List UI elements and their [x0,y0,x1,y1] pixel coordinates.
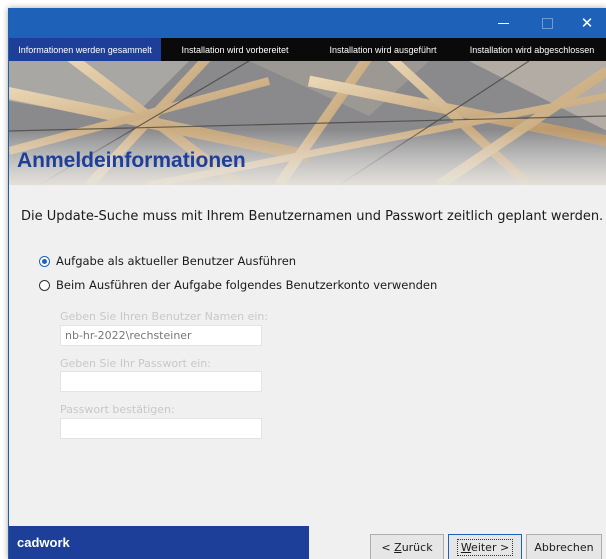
back-button[interactable]: < Zurück [370,534,444,559]
next-button[interactable]: Weiter > [448,534,522,559]
next-button-label: Weiter > [456,538,514,556]
maximize-icon [542,18,553,29]
option-current-user[interactable]: Aufgabe als aktueller Benutzer Ausführen [39,254,296,268]
minimize-button[interactable] [481,8,525,38]
mnemonic-letter: Z [394,540,402,554]
step-preparing: Installation wird vorbereitet [181,44,289,55]
username-label: Geben Sie Ihren Benutzer Namen ein: [60,310,269,323]
step-installing: Installation wird ausgeführt [329,44,437,55]
cancel-button-label: Abbrechen [534,540,594,554]
back-button-label: < Zurück [381,540,433,554]
confirm-password-input[interactable] [60,418,262,439]
step-finishing: Installation wird abgeschlossen [469,44,595,55]
progress-steps: Informationen werden gesammelt Installat… [9,38,606,61]
radio-checked-icon[interactable] [39,255,50,267]
confirm-password-label: Passwort bestätigen: [60,403,175,416]
radio-unchecked-icon[interactable] [39,279,50,291]
installer-window: ✕ Informationen werden gesammelt Install… [8,8,606,559]
password-input[interactable] [60,371,262,392]
minimize-icon [498,23,509,24]
cancel-button[interactable]: Abbrechen [526,534,602,559]
mnemonic-letter: W [460,540,472,554]
maximize-button [525,8,569,38]
step-collecting-info: Informationen werden gesammelt [9,38,161,61]
close-button[interactable]: ✕ [565,8,606,38]
intro-text: Die Update-Suche muss mit Ihrem Benutzer… [21,209,604,224]
page-title: Anmeldeinformationen [17,149,246,172]
password-label: Geben Sie Ihr Passwort ein: [60,357,211,370]
title-bar: ✕ [9,8,606,38]
option-other-account[interactable]: Beim Ausführen der Aufgabe folgendes Ben… [39,278,437,292]
username-input[interactable]: nb-hr-2022\rechsteiner [60,325,262,346]
option-other-account-label: Beim Ausführen der Aufgabe folgendes Ben… [56,278,438,292]
option-current-user-label: Aufgabe als aktueller Benutzer Ausführen [56,254,297,268]
close-icon: ✕ [580,14,594,32]
brand-logo-text: cadwork [17,535,70,550]
